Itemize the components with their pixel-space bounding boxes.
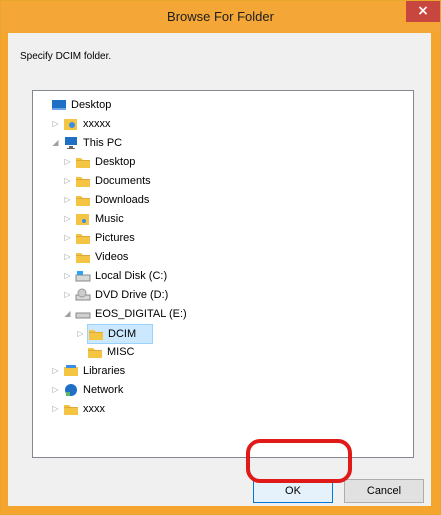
tree-item-label: This PC <box>83 137 123 149</box>
folder-icon <box>88 327 104 341</box>
expander-icon[interactable]: ▷ <box>51 362 60 380</box>
dialog-title: Browse For Folder <box>167 9 274 24</box>
expander-icon[interactable] <box>39 96 48 114</box>
tree-item-label: Desktop <box>71 99 112 111</box>
tree-item-label: EOS_DIGITAL (E:) <box>95 308 187 320</box>
documents-icon <box>75 174 91 188</box>
expander-icon[interactable]: ▷ <box>63 210 72 228</box>
tree-item-label: Downloads <box>95 194 150 206</box>
tree-item-label: Network <box>83 384 124 396</box>
tree-item-label: xxxxx <box>83 118 111 130</box>
folder-icon <box>63 402 79 416</box>
tree-item[interactable]: ▷ DCIM <box>77 324 153 344</box>
expander-icon[interactable]: ▷ <box>63 172 72 190</box>
libraries-icon <box>63 364 79 378</box>
close-button[interactable]: × <box>406 1 440 22</box>
browse-for-folder-dialog: Browse For Folder × Specify DCIM folder.… <box>0 0 441 515</box>
dvd-drive-icon <box>75 288 91 302</box>
cancel-button[interactable]: Cancel <box>344 479 424 503</box>
videos-icon <box>75 250 91 264</box>
expander-icon[interactable]: ▷ <box>63 191 72 209</box>
computer-icon <box>63 136 79 150</box>
expander-icon[interactable] <box>75 343 84 361</box>
network-icon <box>63 383 79 397</box>
expander-icon[interactable]: ▷ <box>63 153 72 171</box>
expander-icon[interactable]: ◢ <box>63 305 72 323</box>
tree-item-label: MISC <box>107 346 135 358</box>
dialog-body: Specify DCIM folder. Desktop ▷ xxxxx ◢ This … <box>8 33 431 506</box>
tree-item-label: Desktop <box>95 156 136 168</box>
tree-item-label: Documents <box>95 175 151 187</box>
desktop-folder-icon <box>75 155 91 169</box>
pictures-icon <box>75 231 91 245</box>
expander-icon[interactable]: ▷ <box>63 229 72 247</box>
user-folder-icon <box>63 117 79 131</box>
expander-icon[interactable]: ▷ <box>63 267 72 285</box>
tree-item-label: xxxx <box>83 403 105 415</box>
tree-item-label: Music <box>95 213 124 225</box>
highlight-ring <box>246 439 352 483</box>
tree-item-label: Libraries <box>83 365 126 377</box>
removable-drive-icon <box>75 307 91 321</box>
expander-icon[interactable]: ▷ <box>51 381 60 399</box>
tree-item-label: DVD Drive (D:) <box>95 289 169 301</box>
tree-item-label: Videos <box>95 251 129 263</box>
tree-item-label: Pictures <box>95 232 135 244</box>
folder-tree-view[interactable]: Desktop ▷ xxxxx ◢ This PC ▷ Desktop ▷ Documents ▷… <box>32 90 414 458</box>
tree-item-label: DCIM <box>108 328 137 340</box>
expander-icon[interactable]: ▷ <box>76 325 85 343</box>
expander-icon[interactable]: ▷ <box>51 115 60 133</box>
downloads-icon <box>75 193 91 207</box>
tree-item-label: Local Disk (C:) <box>95 270 168 282</box>
folder-icon <box>87 345 103 359</box>
expander-icon[interactable]: ▷ <box>63 248 72 266</box>
desktop-icon <box>51 98 67 112</box>
local-disk-icon <box>75 269 91 283</box>
expander-icon[interactable]: ▷ <box>51 400 60 418</box>
expander-icon[interactable]: ◢ <box>51 134 60 152</box>
expander-icon[interactable]: ▷ <box>63 286 72 304</box>
instruction-text: Specify DCIM folder. <box>20 51 112 62</box>
title-bar[interactable]: Browse For Folder × <box>1 1 440 33</box>
music-icon <box>75 212 91 226</box>
